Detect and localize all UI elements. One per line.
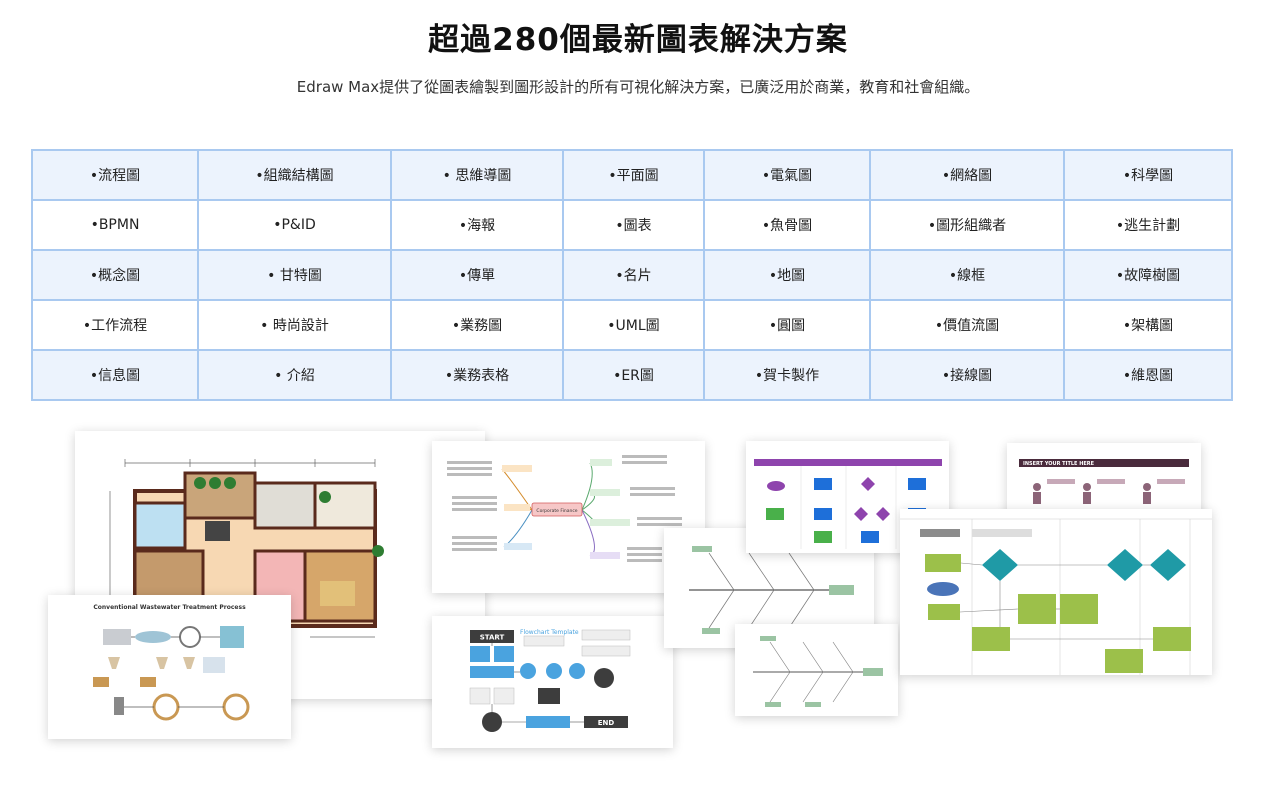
diagram-type-cell[interactable]: •網絡圖	[869, 149, 1065, 201]
diagram-type-cell[interactable]: •逃生計劃	[1063, 199, 1233, 251]
diagram-type-cell[interactable]: •科學圖	[1063, 149, 1233, 201]
flowchart-end-label: END	[598, 719, 615, 727]
diagram-types-table: •流程圖 •組織結構圖 • 思維導圖 •平面圖 •電氣圖 •網絡圖 •科學圖 •BPMN •P&…	[31, 149, 1233, 401]
diagram-types-row: •信息圖 • 介紹 •業務表格 •ER圖 •賀卡製作 •接線圖 •維恩圖	[31, 349, 1233, 401]
diagram-type-cell[interactable]: •業務表格	[390, 349, 564, 401]
decision-flowchart-thumbnail[interactable]	[900, 509, 1212, 675]
diagram-type-cell[interactable]: •組織結構圖	[197, 149, 392, 201]
diagram-type-cell[interactable]: •圓圖	[703, 299, 871, 351]
page-title: 超過280個最新圖表解決方案	[428, 22, 848, 58]
diagram-type-cell[interactable]: •平面圖	[562, 149, 705, 201]
diagram-type-cell[interactable]: •接線圖	[869, 349, 1065, 401]
diagram-type-cell[interactable]: •UML圖	[562, 299, 705, 351]
diagram-type-cell[interactable]: •維恩圖	[1063, 349, 1233, 401]
diagram-type-cell[interactable]: •業務圖	[390, 299, 564, 351]
diagram-types-row: •概念圖 • 甘特圖 •傳單 •名片 •地圖 •線框 •故障樹圖	[31, 249, 1233, 301]
diagram-type-cell[interactable]: •電氣圖	[703, 149, 871, 201]
diagram-type-cell[interactable]: •地圖	[703, 249, 871, 301]
diagram-type-cell[interactable]: • 介紹	[197, 349, 392, 401]
flowchart-title: Flowchart Template	[520, 629, 579, 636]
diagram-type-cell[interactable]: •BPMN	[31, 199, 199, 251]
diagram-types-row: •流程圖 •組織結構圖 • 思維導圖 •平面圖 •電氣圖 •網絡圖 •科學圖	[31, 149, 1233, 201]
diagram-type-cell[interactable]: •傳單	[390, 249, 564, 301]
diagram-type-cell[interactable]: •流程圖	[31, 149, 199, 201]
diagram-type-cell[interactable]: •故障樹圖	[1063, 249, 1233, 301]
diagram-types-row: •BPMN •P&ID •海報 •圖表 •魚骨圖 •圖形組織者 •逃生計劃	[31, 199, 1233, 251]
diagram-type-cell[interactable]: •P&ID	[197, 199, 392, 251]
diagram-type-cell[interactable]: •魚骨圖	[703, 199, 871, 251]
diagram-type-cell[interactable]: •海報	[390, 199, 564, 251]
diagram-type-cell[interactable]: •線框	[869, 249, 1065, 301]
infographic-title: INSERT YOUR TITLE HERE	[1023, 461, 1095, 467]
diagram-type-cell[interactable]: •架構圖	[1063, 299, 1233, 351]
wastewater-thumbnail[interactable]: Conventional Wastewater Treatment Proces…	[48, 595, 291, 739]
mind-map-center-label: Corporate Finance	[536, 508, 577, 514]
diagram-type-cell[interactable]: •名片	[562, 249, 705, 301]
diagram-type-cell[interactable]: •價值流圖	[869, 299, 1065, 351]
diagram-types-row: •工作流程 • 時尚設計 •業務圖 •UML圖 •圓圖 •價值流圖 •架構圖	[31, 299, 1233, 351]
diagram-type-cell[interactable]: • 甘特圖	[197, 249, 392, 301]
diagram-type-cell[interactable]: •ER圖	[562, 349, 705, 401]
diagram-type-cell[interactable]: •概念圖	[31, 249, 199, 301]
wastewater-title: Conventional Wastewater Treatment Proces…	[93, 604, 246, 611]
diagram-type-cell[interactable]: •圖表	[562, 199, 705, 251]
flowchart-start-label: START	[480, 634, 505, 642]
page-subtitle: Edraw Max提供了從圖表繪製到圖形設計的所有可視化解決方案，已廣泛用於商業…	[296, 78, 980, 96]
diagram-type-cell[interactable]: •賀卡製作	[703, 349, 871, 401]
diagram-type-cell[interactable]: • 時尚設計	[197, 299, 392, 351]
diagram-type-cell[interactable]: •工作流程	[31, 299, 199, 351]
fishbone-thumbnail-2[interactable]	[735, 624, 898, 716]
diagram-type-cell[interactable]: •信息圖	[31, 349, 199, 401]
flowchart-thumbnail[interactable]: START Flowchart Template END	[432, 616, 673, 748]
diagram-type-cell[interactable]: • 思維導圖	[390, 149, 564, 201]
diagram-type-cell[interactable]: •圖形組織者	[869, 199, 1065, 251]
